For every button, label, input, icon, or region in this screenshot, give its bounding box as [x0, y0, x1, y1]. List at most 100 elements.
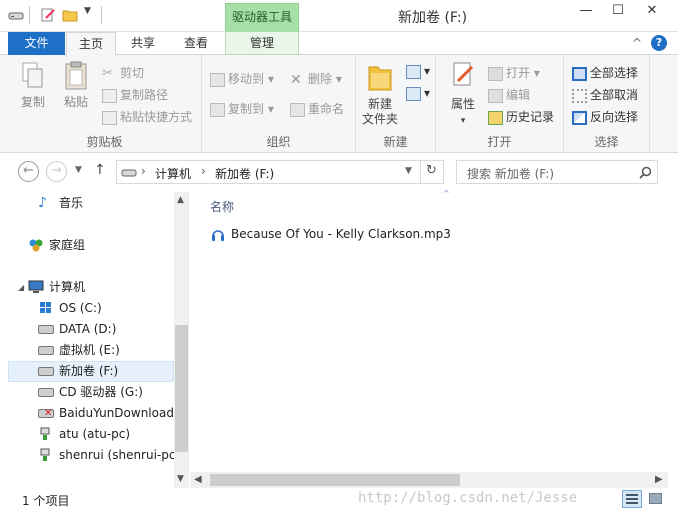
- nav-item-baiduyun[interactable]: ✕ BaiduYunDownload: [8, 403, 174, 424]
- large-icons-view-button[interactable]: [646, 490, 666, 508]
- search-input[interactable]: 搜索 新加卷 (F:): [456, 160, 658, 184]
- tab-manage[interactable]: 管理: [225, 32, 299, 55]
- properties-button[interactable]: 属性 ▾: [442, 61, 484, 129]
- folder-icon: [368, 66, 392, 91]
- easy-access-button[interactable]: ▾: [406, 86, 430, 101]
- new-folder-button[interactable]: 新建 文件夹: [358, 61, 402, 127]
- scroll-right-arrow-icon[interactable]: ▶: [655, 474, 663, 485]
- delete-button[interactable]: ✕ 删除 ▾: [290, 70, 342, 87]
- delete-x-icon: ✕: [290, 71, 302, 88]
- group-label-organize: 组织: [266, 135, 291, 149]
- nav-item-drive-g[interactable]: CD 驱动器 (G:): [8, 382, 174, 403]
- nav-scrollbar-thumb[interactable]: [175, 325, 188, 452]
- file-list[interactable]: ^ 名称 Because Of You - Kelly Clarkson.mp3: [190, 189, 668, 472]
- expand-arrow-icon[interactable]: ◢: [18, 277, 24, 298]
- history-button[interactable]: 历史记录: [488, 108, 554, 125]
- group-clipboard: 复制 粘贴 ✂ 剪切 复制路径 粘贴快捷方式 剪贴板: [8, 55, 202, 153]
- nav-item-atu[interactable]: atu (atu-pc): [8, 424, 174, 445]
- nav-item-music[interactable]: ♪ 音乐: [8, 193, 174, 214]
- scroll-down-arrow-icon[interactable]: ▼: [177, 474, 184, 484]
- nav-item-label: shenrui (shenrui-pc): [59, 448, 181, 462]
- copy-to-label: 复制到: [228, 102, 265, 116]
- details-view-button[interactable]: [622, 490, 642, 508]
- copy-button[interactable]: 复制: [12, 61, 54, 110]
- nav-item-drive-e[interactable]: 虚拟机 (E:): [8, 340, 174, 361]
- nav-item-homegroup[interactable]: 家庭组: [8, 235, 174, 256]
- tab-home[interactable]: 主页: [66, 32, 116, 56]
- forward-button[interactable]: →: [46, 161, 67, 182]
- nav-item-computer[interactable]: ◢ 计算机: [8, 277, 174, 298]
- tab-share[interactable]: 共享: [118, 32, 168, 55]
- edit-button[interactable]: 编辑: [488, 86, 530, 103]
- paste-button[interactable]: 粘贴: [56, 61, 96, 110]
- nav-item-drive-d[interactable]: DATA (D:): [8, 319, 174, 340]
- search-icon[interactable]: [639, 166, 652, 179]
- nav-item-drive-c[interactable]: OS (C:): [8, 298, 174, 319]
- nav-item-drive-f[interactable]: 新加卷 (F:): [8, 361, 174, 382]
- address-bar[interactable]: › 计算机 › 新加卷 (F:) ▼ ↻: [116, 160, 444, 184]
- select-all-button[interactable]: 全部选择: [572, 64, 638, 81]
- select-none-button[interactable]: 全部取消: [572, 86, 638, 103]
- open-button[interactable]: 打开 ▾: [488, 64, 540, 81]
- nav-scrollbar[interactable]: ▲ ▼: [174, 192, 189, 488]
- copy-path-button[interactable]: 复制路径: [102, 86, 168, 103]
- collapse-ribbon-icon[interactable]: ^: [628, 32, 646, 55]
- sort-arrow-icon: ^: [443, 189, 450, 198]
- tab-file[interactable]: 文件: [8, 32, 65, 55]
- nav-item-label: 计算机: [49, 280, 86, 294]
- close-button[interactable]: ✕: [634, 0, 670, 22]
- group-select: 全部选择 全部取消 反向选择 选择: [564, 55, 650, 153]
- new-item-button[interactable]: ▾: [406, 64, 430, 79]
- address-dropdown-chevron-icon[interactable]: ▼: [405, 166, 412, 176]
- column-header-name[interactable]: 名称: [210, 198, 234, 215]
- nav-item-label: 虚拟机 (E:): [59, 343, 120, 357]
- back-button[interactable]: ←: [18, 161, 39, 182]
- scroll-left-arrow-icon[interactable]: ◀: [194, 474, 202, 485]
- invert-selection-button[interactable]: 反向选择: [572, 108, 638, 125]
- content-hscrollbar-thumb[interactable]: [210, 474, 460, 486]
- group-label-clipboard: 剪贴板: [86, 135, 123, 149]
- select-all-icon: [572, 66, 587, 81]
- copy-path-label: 复制路径: [120, 88, 169, 102]
- refresh-button[interactable]: ↻: [426, 163, 437, 178]
- group-organize: 移动到 ▾ 复制到 ▾ ✕ 删除 ▾ 重命名 组织: [202, 55, 356, 153]
- file-item[interactable]: Because Of You - Kelly Clarkson.mp3: [210, 226, 470, 244]
- drive-icon: [38, 325, 54, 334]
- delete-label: 删除: [308, 72, 333, 86]
- rename-icon: [290, 102, 305, 117]
- tab-view[interactable]: 查看: [170, 32, 222, 55]
- new-folder-icon[interactable]: [62, 8, 78, 22]
- maximize-button[interactable]: ☐: [602, 0, 634, 22]
- music-note-icon: ♪: [38, 195, 47, 211]
- cut-button[interactable]: ✂ 剪切: [102, 64, 144, 81]
- details-view-icon: [626, 494, 638, 504]
- paste-shortcut-button[interactable]: 粘贴快捷方式: [102, 108, 192, 125]
- properties-icon: [453, 62, 474, 86]
- nav-item-shenrui[interactable]: shenrui (shenrui-pc): [8, 445, 180, 466]
- rename-button[interactable]: 重命名: [290, 100, 344, 117]
- ribbon: 复制 粘贴 ✂ 剪切 复制路径 粘贴快捷方式 剪贴板 移动到 ▾ 复制到 ▾ ✕ 删…: [0, 55, 678, 153]
- recent-locations-chevron-icon[interactable]: ▼: [75, 165, 82, 175]
- group-new: 新建 文件夹 ▾ ▾ 新建: [356, 55, 436, 153]
- item-count: 1 个项目: [22, 494, 70, 508]
- nav-item-label: CD 驱动器 (G:): [59, 385, 143, 399]
- new-item-icon: [406, 64, 421, 79]
- up-button[interactable]: ↑: [94, 162, 106, 178]
- error-x-icon: ✕: [44, 408, 53, 419]
- address-row: ← → ▼ ↑ › 计算机 › 新加卷 (F:) ▼ ↻ 搜索 新加卷 (F:): [0, 153, 678, 189]
- window-title: 新加卷 (F:): [398, 10, 468, 26]
- help-icon[interactable]: ?: [651, 35, 667, 51]
- cut-label: 剪切: [120, 66, 145, 80]
- properties-icon[interactable]: [40, 8, 56, 22]
- breadcrumb-computer[interactable]: 计算机: [155, 165, 191, 182]
- divider: [101, 6, 102, 24]
- windows-drive-icon: [40, 302, 51, 313]
- content-hscrollbar[interactable]: ◀ ▶: [190, 472, 668, 488]
- copy-to-button[interactable]: 复制到 ▾: [210, 100, 274, 117]
- move-to-button[interactable]: 移动到 ▾: [210, 70, 274, 87]
- breadcrumb-volume[interactable]: 新加卷 (F:): [215, 165, 274, 182]
- chevron-down-icon[interactable]: ▼: [84, 6, 91, 16]
- minimize-button[interactable]: —: [570, 0, 602, 22]
- edit-icon: [488, 88, 503, 103]
- scroll-up-arrow-icon[interactable]: ▲: [177, 195, 184, 205]
